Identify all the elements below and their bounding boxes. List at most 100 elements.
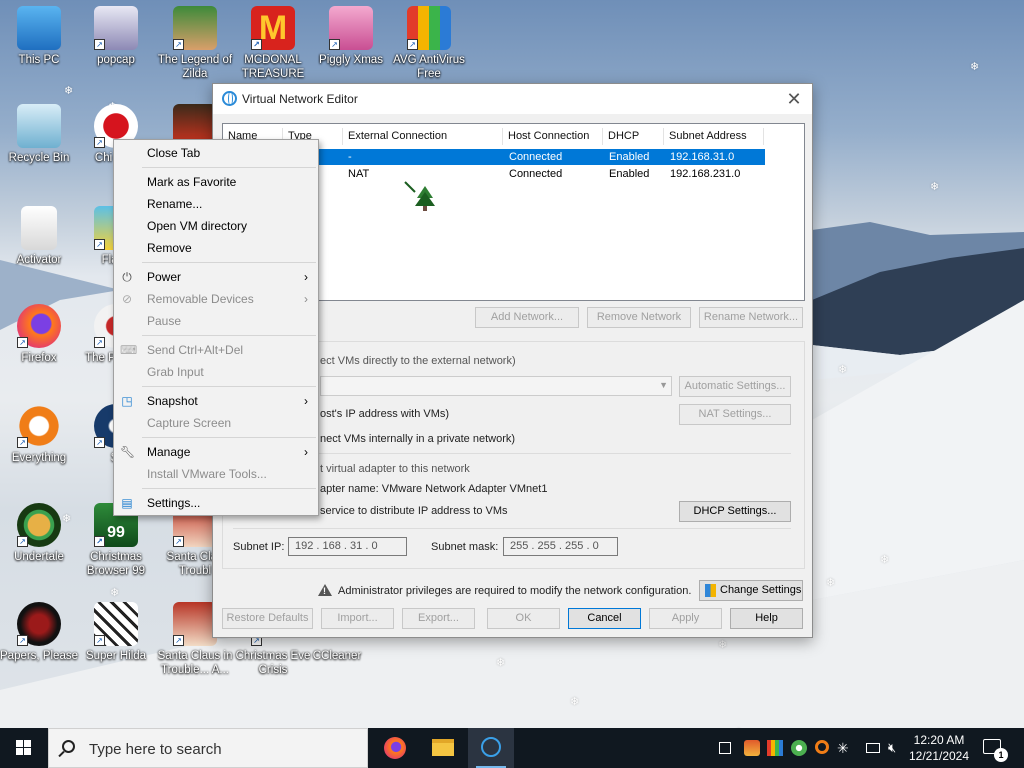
everything-tray-icon[interactable]: [815, 740, 829, 754]
taskbar-firefox[interactable]: [372, 728, 418, 768]
menu-item-rename[interactable]: Rename...: [114, 193, 318, 215]
subnet-ip-input[interactable]: 192 . 168 . 31 . 0: [288, 537, 407, 556]
column-header-subnet-address[interactable]: Subnet Address: [664, 128, 764, 145]
desktop-icon-recycle-bin[interactable]: Recycle Bin: [0, 104, 78, 165]
restore-defaults-button[interactable]: Restore Defaults: [222, 608, 313, 629]
search-icon: [62, 740, 75, 753]
notification-count-badge: 1: [994, 748, 1008, 762]
taskbar-vmware[interactable]: [468, 728, 514, 768]
menu-item-install-vmware-tools[interactable]: Install VMware Tools...: [114, 463, 318, 485]
tray-app-icon[interactable]: [791, 740, 807, 756]
desktop-icon-this-pc[interactable]: This PC: [0, 6, 78, 67]
adapter-name-label: apter name: VMware Network Adapter VMnet…: [320, 483, 548, 495]
menu-separator: [142, 386, 316, 387]
snowflake: ❄: [496, 657, 506, 669]
volume-muted-icon[interactable]: 🔇︎: [888, 740, 904, 756]
desktop-icon-legend-of-zilda[interactable]: ↗ The Legend of Zilda: [156, 6, 234, 81]
network-globe-icon: [222, 91, 237, 106]
export-button[interactable]: Export...: [402, 608, 475, 629]
snowflake: ❄: [110, 587, 120, 599]
dhcp-service-checkbox-label[interactable]: service to distribute IP address to VMs: [320, 505, 508, 517]
apply-button[interactable]: Apply: [649, 608, 722, 629]
recycle-bin-icon: [17, 104, 61, 148]
folder-icon: [432, 739, 454, 756]
ok-button[interactable]: OK: [487, 608, 560, 629]
remove-network-button[interactable]: Remove Network: [587, 307, 691, 328]
menu-item-open-vm-directory[interactable]: Open VM directory: [114, 215, 318, 237]
menu-item-manage[interactable]: 🔧︎ Manage ›: [114, 441, 318, 463]
wrench-icon: 🔧︎: [120, 445, 136, 459]
papers-please-icon: ↗: [17, 602, 61, 646]
file-icon: [21, 206, 57, 250]
clock-time: 12:20 AM: [913, 733, 965, 747]
desktop-icon-mcdonal-treasure[interactable]: M ↗ MCDONAL TREASURE: [234, 6, 312, 81]
santa-icon: ↗: [173, 602, 217, 646]
bridged-option-label[interactable]: ect VMs directly to the external network…: [320, 355, 516, 367]
chevron-down-icon: ▼: [659, 380, 668, 390]
menu-item-mark-as-favorite[interactable]: Mark as Favorite: [114, 171, 318, 193]
host-only-option-label[interactable]: nect VMs internally in a private network…: [320, 433, 515, 445]
nat-settings-button[interactable]: NAT Settings...: [679, 404, 791, 425]
subnet-mask-input[interactable]: 255 . 255 . 255 . 0: [503, 537, 618, 556]
snowflake-tray-icon[interactable]: ✳: [837, 740, 853, 756]
vm-tab-context-menu: Close Tab Mark as Favorite Rename... Ope…: [113, 139, 319, 516]
menu-item-snapshot[interactable]: ◳ Snapshot ›: [114, 390, 318, 412]
desktop-icon-firefox[interactable]: ↗ Firefox: [0, 304, 78, 365]
undertale-icon: ↗: [17, 503, 61, 547]
avg-tray-icon[interactable]: [767, 740, 783, 756]
cancel-button[interactable]: Cancel: [568, 608, 641, 629]
taskbar-search-box[interactable]: Type here to search: [48, 728, 368, 768]
connect-adapter-checkbox-label[interactable]: t virtual adapter to this network: [320, 463, 470, 475]
desktop-icon-activator[interactable]: Activator: [0, 206, 78, 267]
desktop-icon-super-hilda[interactable]: ↗ Super Hilda: [77, 602, 155, 663]
dialog-titlebar[interactable]: Virtual Network Editor ✕: [213, 84, 812, 114]
automatic-settings-button[interactable]: Automatic Settings...: [679, 376, 791, 397]
help-button[interactable]: Help: [730, 608, 803, 629]
menu-item-grab-input[interactable]: Grab Input: [114, 361, 318, 383]
mcdonalds-icon: M ↗: [251, 6, 295, 50]
add-network-button[interactable]: Add Network...: [475, 307, 579, 328]
network-icon[interactable]: [866, 743, 880, 753]
desktop-icon-everything[interactable]: ↗ Everything: [0, 404, 78, 465]
pig-icon: ↗: [329, 6, 373, 50]
warning-icon: [318, 584, 332, 596]
desktop-icon-undertale[interactable]: ↗ Undertale: [0, 503, 78, 564]
column-header-dhcp[interactable]: DHCP: [603, 128, 664, 145]
desktop-icon-popcap[interactable]: ↗ popcap: [77, 6, 155, 67]
nat-option-label[interactable]: ost's IP address with VMs): [320, 408, 449, 420]
menu-item-settings[interactable]: ▤ Settings...: [114, 492, 318, 514]
menu-item-remove[interactable]: Remove: [114, 237, 318, 259]
desktop-icon-piggly-xmas[interactable]: ↗ Piggly Xmas: [312, 6, 390, 67]
import-button[interactable]: Import...: [321, 608, 394, 629]
avg-icon: ↗: [407, 6, 451, 50]
rename-network-button[interactable]: Rename Network...: [699, 307, 803, 328]
menu-item-power[interactable]: ⏻ Power ›: [114, 266, 318, 288]
task-view-icon[interactable]: [719, 742, 731, 754]
change-settings-button[interactable]: Change Settings: [699, 580, 803, 601]
snowflake: ❄: [880, 554, 890, 566]
firefox-icon: [384, 737, 406, 759]
column-header-external-connection[interactable]: External Connection: [343, 128, 503, 145]
menu-item-removable-devices[interactable]: ⊘ Removable Devices ›: [114, 288, 318, 310]
taskbar-clock[interactable]: 12:20 AM 12/21/2024: [903, 732, 975, 764]
desktop-icon-avg-antivirus[interactable]: ↗ AVG AntiVirus Free: [390, 6, 468, 81]
removable-devices-icon: ⊘: [121, 292, 133, 306]
menu-item-capture-screen[interactable]: Capture Screen: [114, 412, 318, 434]
settings-icon: ▤: [121, 496, 133, 510]
start-button[interactable]: [0, 728, 48, 768]
menu-separator: [142, 437, 316, 438]
menu-item-close-tab[interactable]: Close Tab: [114, 142, 318, 164]
menu-separator: [142, 167, 316, 168]
snapshot-icon: ◳: [121, 394, 133, 408]
menu-separator: [142, 335, 316, 336]
desktop-icon-papers-please[interactable]: ↗ Papers, Please: [0, 602, 78, 663]
dhcp-settings-button[interactable]: DHCP Settings...: [679, 501, 791, 522]
menu-item-send-ctrl-alt-del[interactable]: ⌨ Send Ctrl+Alt+Del: [114, 339, 318, 361]
taskbar-file-explorer[interactable]: [420, 728, 466, 768]
close-icon[interactable]: ✕: [783, 88, 805, 110]
menu-item-pause[interactable]: Pause: [114, 310, 318, 332]
column-header-host-connection[interactable]: Host Connection: [503, 128, 603, 145]
tray-app-icon[interactable]: [744, 740, 760, 756]
bridged-to-dropdown[interactable]: ▼: [320, 376, 672, 396]
keyboard-icon: ⌨: [120, 343, 138, 357]
